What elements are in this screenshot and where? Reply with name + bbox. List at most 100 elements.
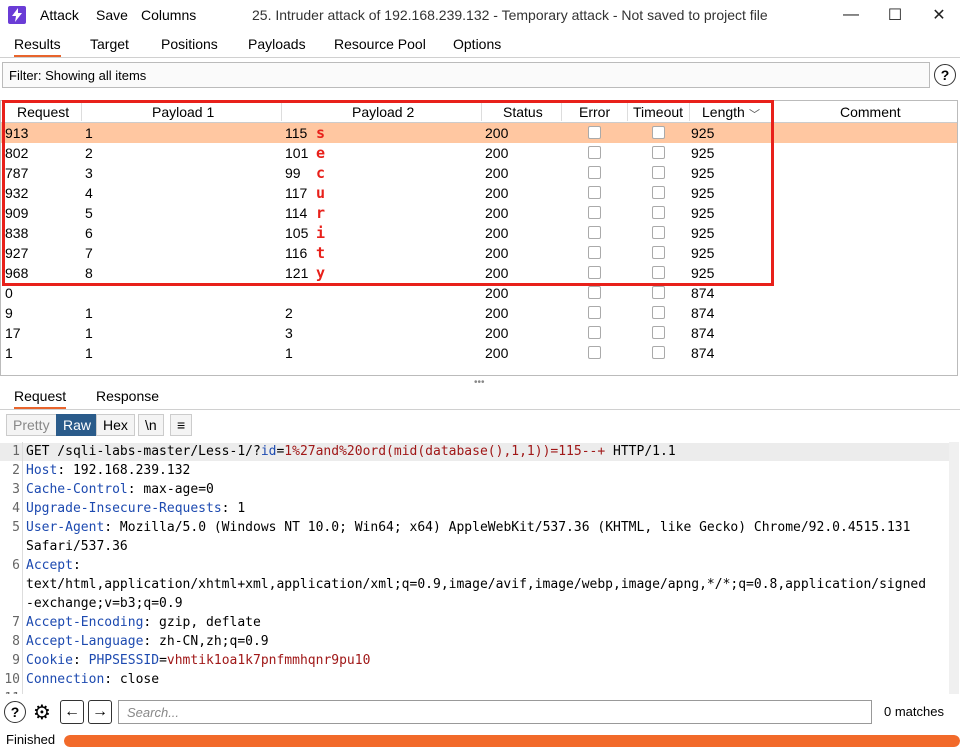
search-input[interactable]: Search... xyxy=(118,700,872,724)
error-checkbox xyxy=(588,326,601,339)
tab-results[interactable]: Results xyxy=(14,36,61,57)
cell-request: 9 xyxy=(5,305,13,321)
window-title: 25. Intruder attack of 192.168.239.132 -… xyxy=(252,7,768,23)
error-checkbox xyxy=(588,346,601,359)
column-header-comment[interactable]: Comment xyxy=(840,104,901,120)
menu-columns[interactable]: Columns xyxy=(141,7,196,23)
code-line: Upgrade-Insecure-Requests: 1 xyxy=(26,501,245,516)
header-name: Accept-Encoding xyxy=(26,615,144,630)
line-number: 3 xyxy=(12,482,20,497)
cell-request: 0 xyxy=(5,285,13,301)
error-checkbox xyxy=(588,306,601,319)
raw-button[interactable]: Raw xyxy=(56,414,99,436)
status-text: Finished xyxy=(6,732,56,747)
close-icon[interactable]: ✕ xyxy=(924,4,954,26)
pretty-button[interactable]: Pretty xyxy=(6,414,57,436)
header-name: User-Agent xyxy=(26,520,105,535)
title-bar: Attack Save Columns 25. Intruder attack … xyxy=(0,0,960,32)
cell-status: 200 xyxy=(485,345,509,361)
line-number: 8 xyxy=(12,634,20,649)
burp-app-icon xyxy=(8,6,26,24)
cell-status: 200 xyxy=(485,285,509,301)
code-text: Safari/537.36 xyxy=(26,539,128,554)
cell-length: 874 xyxy=(691,345,715,361)
timeout-checkbox xyxy=(652,346,665,359)
timeout-checkbox xyxy=(652,286,665,299)
forward-arrow-icon[interactable]: → xyxy=(88,700,112,724)
editor-scrollbar[interactable] xyxy=(949,442,959,694)
code-line: Connection: close xyxy=(26,672,159,687)
code-text: = xyxy=(159,653,167,668)
search-bar: ? ⚙ ← → Search... 0 matches xyxy=(0,698,960,726)
code-line: text/html,application/xhtml+xml,applicat… xyxy=(26,577,926,592)
help-icon[interactable]: ? xyxy=(934,64,956,86)
code-line: Cookie: PHPSESSID=vhmtik1oa1k7pnfmmhqnr9… xyxy=(26,653,370,668)
tab-response[interactable]: Response xyxy=(96,388,159,404)
param-value: 1%27and%20ord(mid(database(),1,1))=115--… xyxy=(284,444,606,459)
header-name: PHPSESSID xyxy=(88,653,160,668)
cell-payload1: 1 xyxy=(85,325,93,341)
code-text: : Mozilla/5.0 (Windows NT 10.0; Win64; x… xyxy=(104,520,911,535)
param-value: vhmtik1oa1k7pnfmmhqnr9pu10 xyxy=(166,653,371,668)
menu-icon[interactable]: ≡ xyxy=(170,414,193,436)
highlight-annotation xyxy=(2,100,774,286)
hex-button[interactable]: Hex xyxy=(96,414,135,436)
cell-payload2: 3 xyxy=(285,325,293,341)
help-icon[interactable]: ? xyxy=(4,701,26,723)
cell-request: 17 xyxy=(5,325,21,341)
table-row[interactable]: 9 1 2 200 874 xyxy=(1,303,957,323)
code-text: : 1 xyxy=(221,501,246,516)
timeout-checkbox xyxy=(652,306,665,319)
tab-resource-pool[interactable]: Resource Pool xyxy=(334,36,426,52)
header-name: Cookie xyxy=(26,653,73,668)
progress-bar xyxy=(64,735,960,747)
request-editor[interactable]: 1 GET /sqli-labs-master/Less-1/?id=1%27an… xyxy=(0,442,958,694)
header-name: id xyxy=(260,444,277,459)
code-text: GET /sqli-labs-master/Less-1/? xyxy=(26,444,261,459)
code-text: text/html,application/xhtml+xml,applicat… xyxy=(26,577,927,592)
tab-request[interactable]: Request xyxy=(14,388,67,409)
gear-icon[interactable]: ⚙ xyxy=(30,700,54,724)
filter-bar[interactable]: Filter: Showing all items xyxy=(2,62,930,88)
tab-options[interactable]: Options xyxy=(453,36,501,52)
code-line: Cache-Control: max-age=0 xyxy=(26,482,214,497)
timeout-checkbox xyxy=(652,326,665,339)
progress-fill xyxy=(64,735,960,747)
cell-payload2: 1 xyxy=(285,345,293,361)
line-number: 1 xyxy=(12,444,20,459)
back-arrow-icon[interactable]: ← xyxy=(60,700,84,724)
code-line: User-Agent: Mozilla/5.0 (Windows NT 10.0… xyxy=(26,520,910,535)
tab-positions[interactable]: Positions xyxy=(161,36,218,52)
code-line: GET /sqli-labs-master/Less-1/?id=1%27and… xyxy=(26,444,676,459)
newline-toggle-button[interactable]: \n xyxy=(138,414,164,436)
code-text: : max-age=0 xyxy=(127,482,214,497)
cell-payload2: 2 xyxy=(285,305,293,321)
menu-save[interactable]: Save xyxy=(96,7,128,23)
cell-length: 874 xyxy=(691,325,715,341)
cell-payload1: 1 xyxy=(85,345,93,361)
code-text: -exchange;v=b3;q=0.9 xyxy=(26,596,183,611)
code-line: Safari/537.36 xyxy=(26,539,128,554)
table-row[interactable]: 0 200 874 xyxy=(1,283,957,303)
view-toolbar: Pretty Raw Hex \n ≡ xyxy=(0,414,960,438)
tab-target[interactable]: Target xyxy=(90,36,129,52)
table-row[interactable]: 17 1 3 200 874 xyxy=(1,323,957,343)
minimize-icon[interactable]: — xyxy=(836,4,866,26)
tab-payloads[interactable]: Payloads xyxy=(248,36,306,52)
error-checkbox xyxy=(588,286,601,299)
code-line: Accept: xyxy=(26,558,81,573)
cell-length: 874 xyxy=(691,305,715,321)
cell-length: 874 xyxy=(691,285,715,301)
code-text: : gzip, deflate xyxy=(143,615,261,630)
line-number: 7 xyxy=(12,615,20,630)
table-row[interactable]: 1 1 1 200 874 xyxy=(1,343,957,363)
code-text: : xyxy=(72,653,89,668)
code-line: Accept-Encoding: gzip, deflate xyxy=(26,615,261,630)
cell-payload1: 1 xyxy=(85,305,93,321)
attack-tabs: Results Target Positions Payloads Resour… xyxy=(0,32,960,58)
menu-attack[interactable]: Attack xyxy=(40,7,79,23)
code-text: : xyxy=(72,558,81,573)
code-line: -exchange;v=b3;q=0.9 xyxy=(26,596,183,611)
maximize-icon[interactable]: ☐ xyxy=(880,4,910,26)
line-number: 2 xyxy=(12,463,20,478)
